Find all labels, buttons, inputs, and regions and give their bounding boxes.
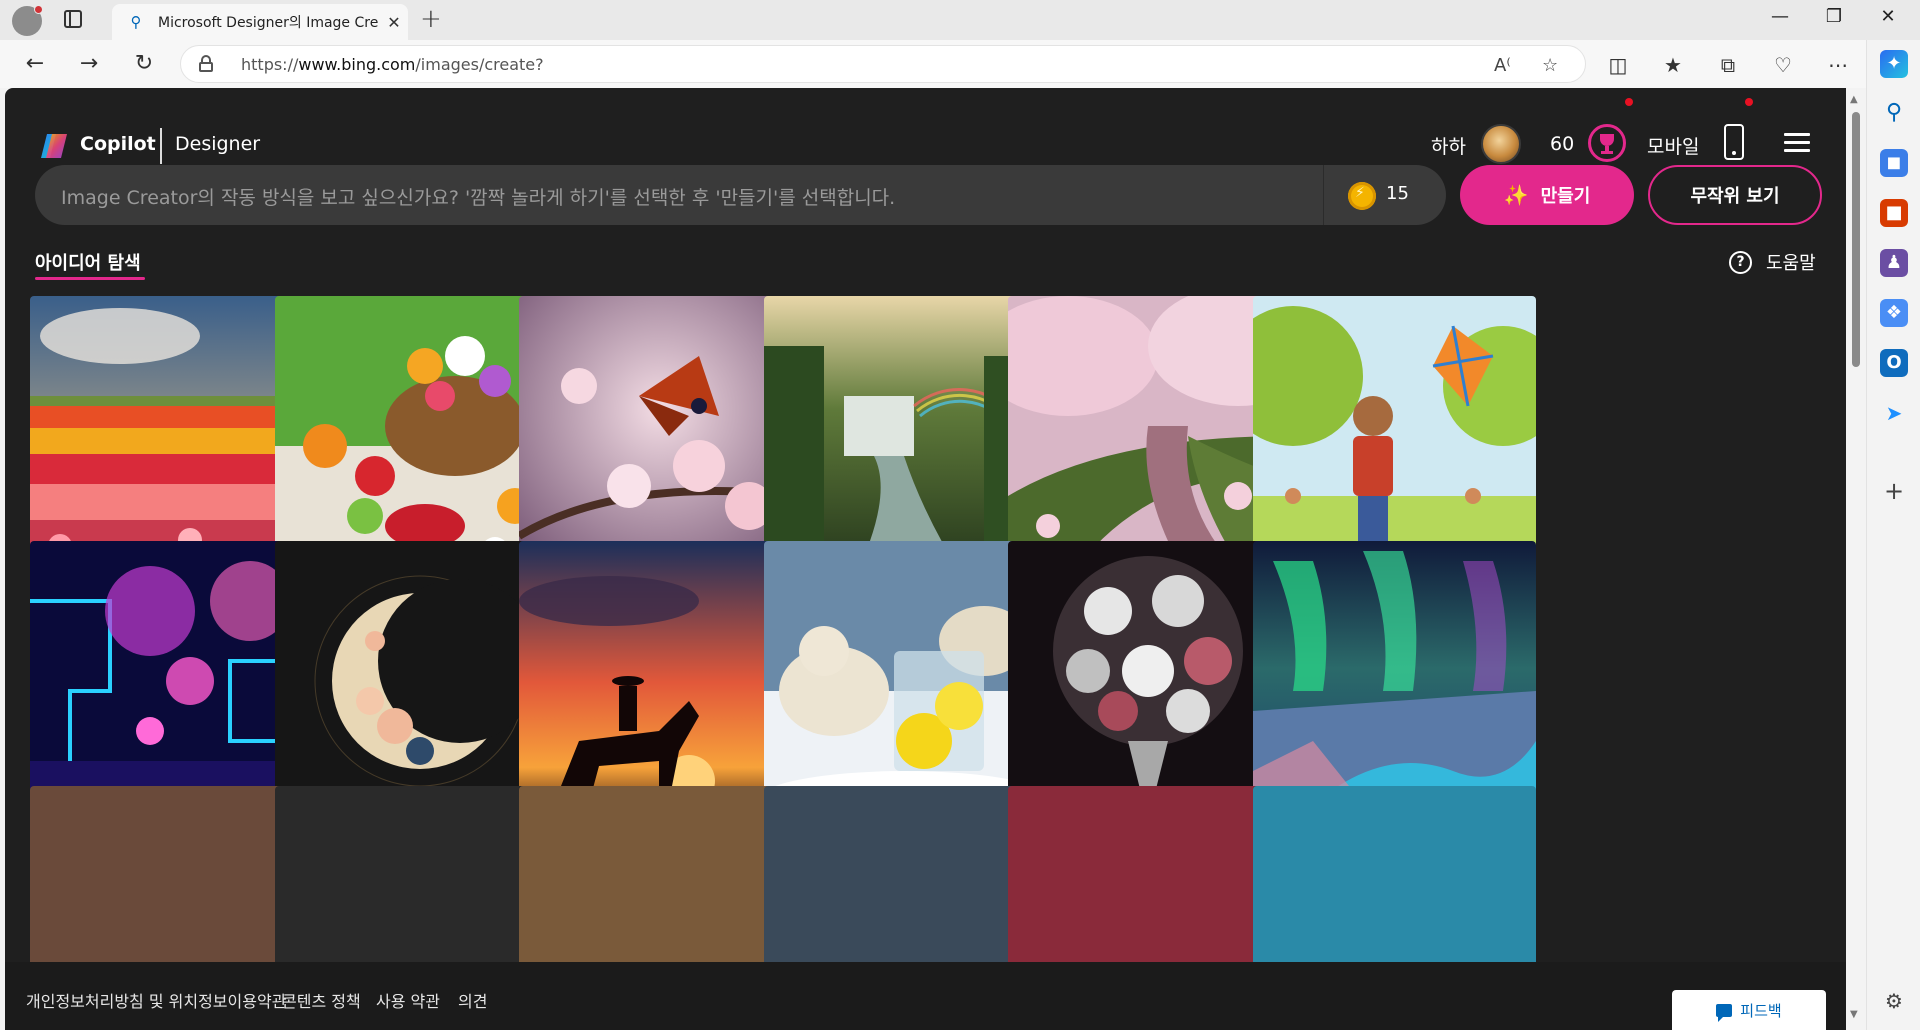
prompt-placeholder: Image Creator의 작동 방식을 보고 싶으신가요? '깜짝 놀라게 … [61,187,896,209]
boost-coin-icon[interactable] [1348,182,1376,210]
back-button[interactable]: ← [20,49,50,79]
boost-count: 15 [1386,183,1409,204]
gallery-image-neon-circuit-garden[interactable] [30,541,313,824]
add-sidebar-app-icon[interactable]: + [1880,477,1908,505]
reward-points[interactable]: 60 [1550,133,1574,155]
user-avatar[interactable] [1481,124,1521,164]
tab-explore-ideas[interactable]: 아이디어 탐색 [35,249,141,275]
designer-brand[interactable]: Designer [175,133,260,155]
outlook-icon[interactable]: O [1880,349,1908,377]
create-button-label: 만들기 [1540,186,1591,207]
profile-icon[interactable] [12,5,43,36]
gallery-image-floral-crescent-moon[interactable] [275,541,558,824]
shopping-tag-icon[interactable]: ◼ [1880,149,1908,177]
browser-title-bar: ⚲ Microsoft Designer의 Image Crea ✕ + — ❐… [0,0,1920,40]
terms-link[interactable]: 사용 약관 [376,988,440,1012]
mobile-label[interactable]: 모바일 [1647,132,1699,159]
feedback-bubble-icon [1716,1003,1733,1022]
url-text: https://www.bing.com/images/create? [241,55,544,74]
minimize-button[interactable]: — [1760,6,1800,27]
prompt-separator [1323,165,1324,225]
tab-title: Microsoft Designer의 Image Crea [158,15,378,31]
gallery-image-white-flower-bouquet[interactable] [1008,541,1291,824]
help-question-icon: ? [1729,250,1752,274]
gallery-image-tulip-field[interactable] [30,296,313,579]
scroll-down-arrow-icon[interactable]: ▼ [1850,1009,1858,1020]
surprise-button-label: 무작위 보기 [1690,186,1780,207]
feedback-label: 피드백 [1740,1001,1782,1020]
close-window-button[interactable]: ✕ [1868,6,1908,27]
designer-page: Copilot Designer 하하 60 모바일 Image Creator… [5,88,1846,1030]
split-screen-icon[interactable]: ◫ [1605,52,1631,78]
brand-divider [160,128,162,164]
gallery-image-jungle-waterfall-rainbow[interactable] [764,296,1047,579]
address-bar[interactable]: https://www.bing.com/images/create? A⁽ ☆ [180,45,1586,83]
magic-wand-icon: ✨ [1503,183,1529,207]
sidebar-settings-gear-icon[interactable]: ⚙ [1880,987,1908,1015]
browser-toolbar: ← → ↻ https://www.bing.com/images/create… [0,40,1920,88]
page-footer: 개인정보처리방침 및 위치정보이용약관 콘텐츠 정책 사용 약관 의견 [5,962,1846,1030]
favorites-icon[interactable]: ★ [1660,52,1686,78]
gallery-image-polar-bears-lemonade[interactable] [764,541,1047,824]
feedback-button[interactable]: 피드백 [1672,990,1826,1030]
gallery-image-boy-flying-kite[interactable] [1253,296,1536,579]
browser-tab[interactable]: ⚲ Microsoft Designer의 Image Crea ✕ [112,4,408,40]
gallery-image-cowboy-sunset[interactable] [519,541,802,824]
search-icon: ⚲ [130,13,142,31]
scrollbar-thumb[interactable] [1852,112,1860,367]
copilot-logo-icon[interactable] [38,132,70,160]
games-icon[interactable]: ♟ [1880,249,1908,277]
gallery-image-butterfly-cherry-blossom[interactable] [519,296,802,579]
copilot-brand[interactable]: Copilot [80,133,156,155]
page-scrollbar[interactable]: ▲ ▼ [1846,88,1866,1030]
help-button[interactable]: ? 도움말 [1729,249,1816,275]
content-policy-link[interactable]: 콘텐츠 정책 [282,988,361,1012]
favorite-star-icon[interactable]: ☆ [1542,55,1558,76]
tools-briefcase-icon[interactable]: ■ [1880,199,1908,227]
privacy-link[interactable]: 개인정보처리방침 및 위치정보이용약관 [26,988,286,1012]
more-options-icon[interactable]: ⋯ [1825,52,1851,78]
maximize-button[interactable]: ❐ [1814,6,1854,27]
mobile-notification-dot [1745,98,1753,106]
rewards-trophy-icon[interactable] [1588,124,1626,162]
browser-essentials-icon[interactable]: ♡ [1770,52,1796,78]
lock-icon[interactable] [199,55,213,72]
scroll-up-arrow-icon[interactable]: ▲ [1850,94,1858,105]
user-name[interactable]: 하하 [1431,132,1466,159]
collections-icon[interactable]: ⧉ [1715,52,1741,78]
drop-send-icon[interactable]: ➤ [1880,399,1908,427]
sidebar-search-icon[interactable]: ⚲ [1880,99,1908,127]
copilot-icon[interactable]: ✦ [1880,50,1908,78]
close-tab-icon[interactable]: ✕ [384,13,404,32]
forward-button[interactable]: → [74,49,104,79]
read-aloud-icon[interactable]: A⁽ [1494,55,1511,76]
gallery-image-picnic-flower-basket[interactable] [275,296,558,579]
surprise-me-button[interactable]: 무작위 보기 [1648,165,1822,225]
prompt-input[interactable]: Image Creator의 작동 방식을 보고 싶으신가요? '깜짝 놀라게 … [35,165,1446,225]
edge-sidebar: ✦ ⚲ ◼ ■ ♟ ❖ O ➤ + ⚙ [1866,40,1920,1030]
hamburger-menu-icon[interactable] [1784,133,1810,153]
mobile-phone-icon[interactable] [1724,124,1744,160]
opinion-link[interactable]: 의견 [458,988,487,1012]
active-tab-indicator [35,277,145,280]
tab-actions-icon[interactable] [64,10,82,28]
gallery-image-aurora-landscape[interactable] [1253,541,1536,824]
new-tab-button[interactable]: + [420,4,442,34]
rewards-notification-dot [1625,98,1633,106]
gallery-image-cherry-blossom-river[interactable] [1008,296,1291,579]
refresh-button[interactable]: ↻ [129,49,159,79]
create-button[interactable]: ✨ 만들기 [1460,165,1634,225]
help-label: 도움말 [1766,253,1816,274]
microsoft365-icon[interactable]: ❖ [1880,299,1908,327]
